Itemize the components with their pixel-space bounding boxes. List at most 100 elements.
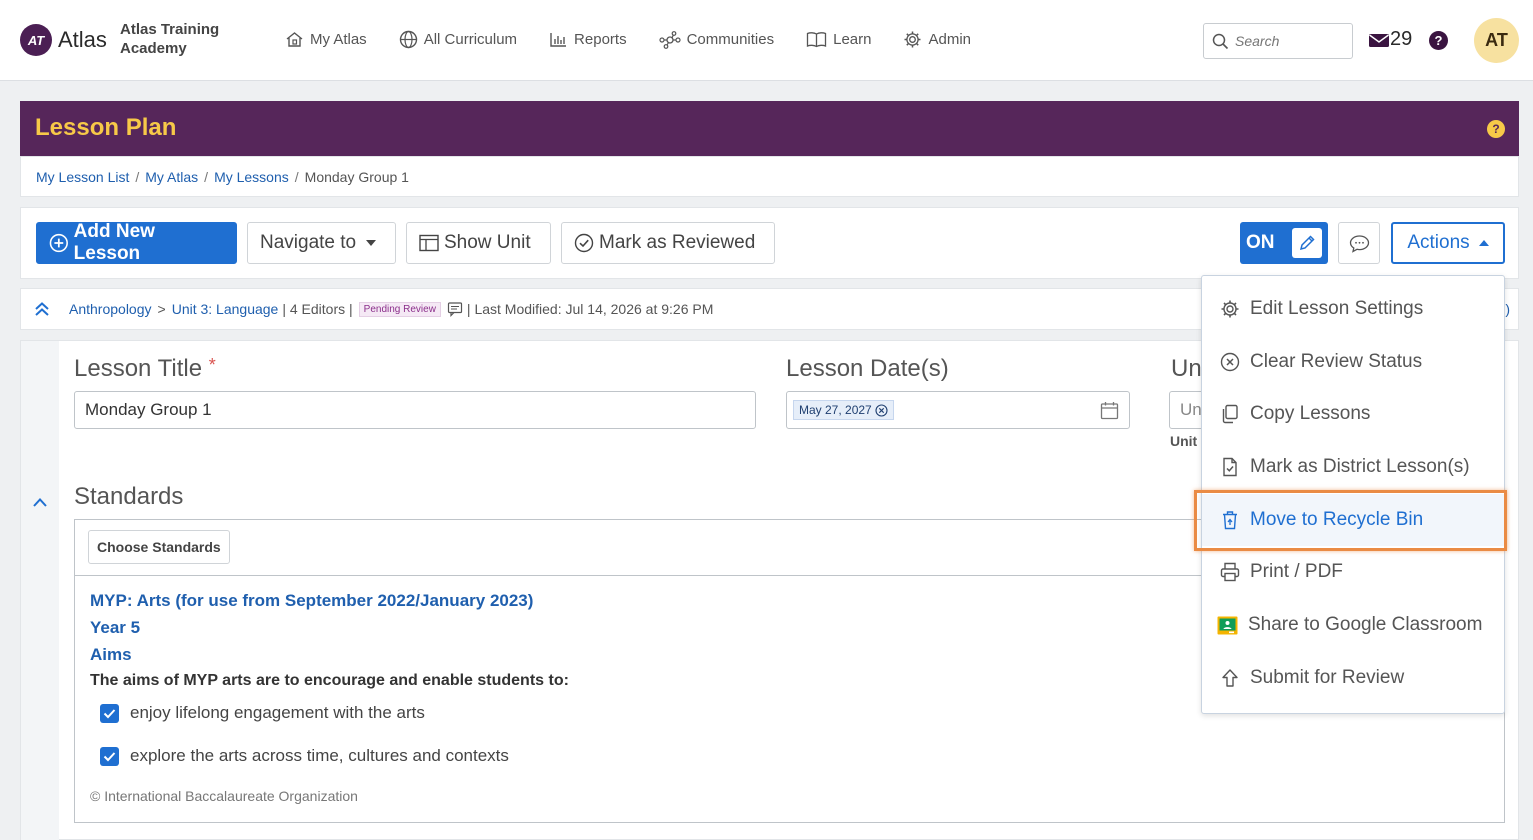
standard-item[interactable]: enjoy lifelong engagement with the arts (100, 703, 425, 723)
lesson-title-label-text: Lesson Title (74, 355, 203, 382)
nav-reports[interactable]: Reports (549, 30, 627, 49)
menu-copy-lessons[interactable]: Copy Lessons (1202, 388, 1504, 440)
date-chip: May 27, 2027 (793, 400, 894, 420)
help-icon[interactable]: ? (1429, 31, 1448, 50)
mail-count: 29 (1390, 28, 1413, 50)
pencil-icon (1292, 228, 1322, 258)
nav-admin[interactable]: Admin (903, 30, 971, 49)
top-navigation: AT Atlas Atlas Training Academy My Atlas… (0, 0, 1533, 81)
unit-link[interactable]: Unit 3: Language (172, 301, 279, 317)
chevron-up-icon[interactable] (32, 496, 48, 508)
menu-move-to-recycle-bin[interactable]: Move to Recycle Bin (1202, 494, 1504, 546)
nav-learn[interactable]: Learn (806, 30, 871, 49)
status-badge: Pending Review (358, 301, 441, 317)
calendar-icon[interactable] (1100, 401, 1119, 420)
menu-edit-lesson-settings[interactable]: Edit Lesson Settings (1202, 283, 1504, 335)
comments-button[interactable] (1338, 222, 1380, 264)
standard-category-link[interactable]: Aims (90, 645, 132, 665)
standard-item-label: enjoy lifelong engagement with the arts (130, 703, 425, 722)
edit-mode-toggle[interactable]: ON (1240, 222, 1328, 264)
book-icon (806, 32, 827, 48)
copyright-notice: © International Baccalaureate Organizati… (90, 788, 358, 804)
lesson-title-input[interactable]: Monday Group 1 (74, 391, 756, 429)
gear-icon (904, 31, 921, 48)
add-new-lesson-label: Add New Lesson (73, 221, 155, 264)
menu-clear-review-status[interactable]: Clear Review Status (1202, 336, 1504, 388)
checkbox-checked-icon[interactable] (100, 703, 119, 723)
standard-framework-link[interactable]: MYP: Arts (for use from September 2022/J… (90, 591, 533, 611)
avatar[interactable]: AT (1474, 18, 1519, 63)
nav-all-curriculum[interactable]: All Curriculum (399, 30, 517, 49)
menu-item-label: Share to Google Classroom (1248, 614, 1483, 635)
info-edge-icon[interactable]: ) (1505, 301, 1510, 317)
file-check-icon (1223, 457, 1237, 477)
menu-mark-as-district-lesson[interactable]: Mark as District Lesson(s) (1202, 441, 1504, 493)
copy-icon (1222, 404, 1238, 424)
unit-field-value: Un (1180, 400, 1202, 419)
lesson-title-value: Monday Group 1 (85, 400, 212, 419)
messages-button[interactable]: 29 (1368, 28, 1412, 51)
required-mark: * (208, 355, 216, 375)
show-unit-button[interactable]: Show Unit (406, 222, 551, 264)
unit-sub-label: Unit (1170, 433, 1198, 449)
standard-item[interactable]: explore the arts across time, cultures a… (100, 746, 509, 766)
menu-submit-for-review[interactable]: Submit for Review (1202, 652, 1504, 704)
choose-standards-button[interactable]: Choose Standards (88, 530, 230, 564)
org-name: Atlas Training Academy (120, 20, 219, 58)
org-name-line2: Academy (120, 40, 187, 57)
path-separator: > (157, 301, 166, 317)
menu-print-pdf[interactable]: Print / PDF (1202, 546, 1504, 598)
breadcrumb-my-lessons[interactable]: My Lessons (214, 169, 289, 185)
chat-bubble-icon (1349, 234, 1369, 253)
menu-item-label: Submit for Review (1250, 667, 1405, 688)
breadcrumb-current: Monday Group 1 (304, 168, 409, 185)
nav-communities[interactable]: Communities (658, 30, 774, 49)
page-title: Lesson Plan (35, 114, 177, 141)
breadcrumb-my-lesson-list[interactable]: My Lesson List (36, 169, 129, 185)
gear-icon (1221, 300, 1239, 318)
breadcrumb: My Lesson List / My Atlas / My Lessons /… (20, 156, 1519, 197)
actions-label: Actions (1407, 232, 1470, 253)
breadcrumb-my-atlas[interactable]: My Atlas (145, 169, 198, 185)
lesson-date-label: Lesson Date(s) (786, 355, 949, 382)
menu-item-label: Copy Lessons (1250, 403, 1371, 424)
standard-year-link[interactable]: Year 5 (90, 618, 140, 638)
standard-intro: The aims of MYP arts are to encourage an… (90, 672, 569, 689)
navigate-to-button[interactable]: Navigate to (247, 222, 396, 264)
comment-icon[interactable] (447, 301, 463, 317)
caret-up-icon (1478, 240, 1489, 246)
date-chip-value: May 27, 2027 (799, 403, 872, 417)
breadcrumb-separator: / (204, 168, 209, 185)
menu-item-label: Edit Lesson Settings (1250, 298, 1424, 319)
remove-date-icon[interactable] (875, 403, 888, 417)
check-badge-icon (574, 233, 594, 253)
add-new-lesson-button[interactable]: Add New Lesson (36, 221, 237, 264)
mark-as-reviewed-button[interactable]: Mark as Reviewed (561, 222, 775, 264)
main-nav: My Atlas All Curriculum Reports Communit… (285, 30, 1003, 49)
search-box[interactable] (1203, 23, 1353, 59)
nav-my-atlas[interactable]: My Atlas (285, 30, 367, 49)
logo-badge: AT (20, 24, 52, 56)
nav-label: My Atlas (310, 31, 367, 48)
checkbox-checked-icon[interactable] (100, 746, 119, 766)
double-chevron-up-icon[interactable] (33, 300, 51, 318)
lesson-title-label: Lesson Title * (74, 355, 216, 383)
help-icon[interactable]: ? (1487, 120, 1505, 138)
org-name-line1: Atlas Training (120, 21, 220, 38)
nav-label: All Curriculum (423, 31, 518, 48)
search-icon (1212, 33, 1229, 49)
toggle-label: ON (1246, 232, 1275, 253)
actions-menu: Edit Lesson Settings Clear Review Status… (1201, 275, 1505, 714)
lesson-date-input[interactable]: May 27, 2027 (786, 391, 1130, 429)
google-classroom-icon (1217, 616, 1238, 634)
search-input[interactable] (1235, 33, 1335, 49)
menu-share-google-classroom[interactable]: Share to Google Classroom (1202, 599, 1504, 651)
mark-as-reviewed-label: Mark as Reviewed (599, 232, 756, 253)
globe-icon (399, 30, 417, 49)
course-link[interactable]: Anthropology (69, 301, 152, 317)
atlas-logo[interactable]: AT Atlas (20, 24, 107, 56)
nav-label: Reports (574, 31, 627, 48)
actions-dropdown-button[interactable]: Actions (1391, 222, 1505, 264)
circle-x-icon (1220, 352, 1240, 372)
navigate-to-label: Navigate to (260, 232, 357, 253)
